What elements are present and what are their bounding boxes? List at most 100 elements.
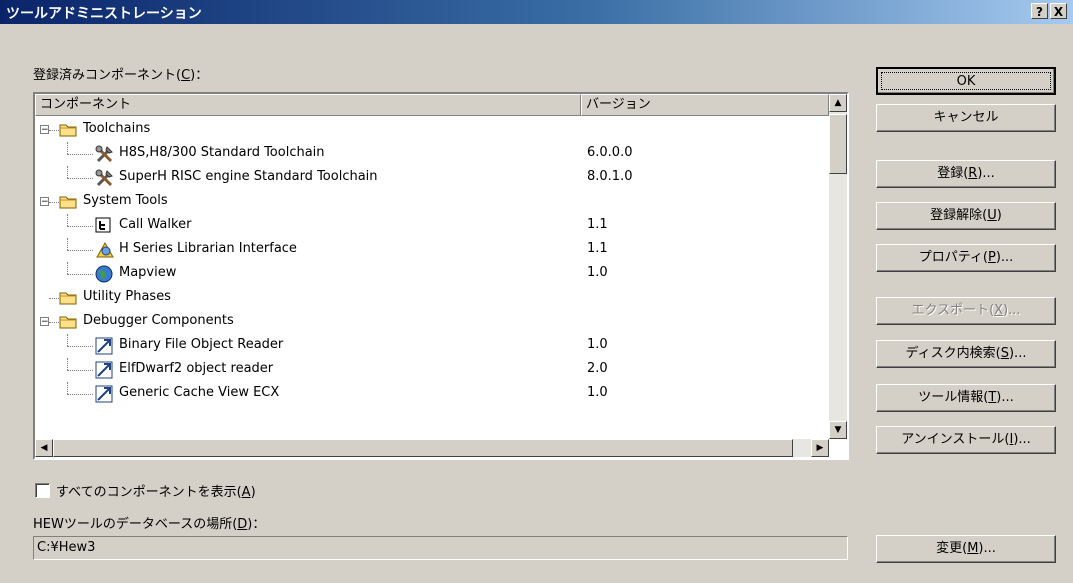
search-disk-button[interactable]: ディスク内検索(S)... <box>876 340 1056 368</box>
tree-connector <box>67 154 93 155</box>
tree-row[interactable]: H Series Librarian Interface 1.1 <box>35 238 835 262</box>
tree-row[interactable]: Utility Phases <box>35 286 835 310</box>
access-key: S <box>1000 346 1009 361</box>
window-title: ツールアドミニストレーション <box>6 6 202 22</box>
btn-text: 登録( <box>937 166 969 181</box>
scroll-right-arrow-icon[interactable]: ▶ <box>811 439 829 457</box>
tree-connector <box>67 382 68 394</box>
scroll-left-arrow-icon[interactable]: ◀ <box>35 439 53 457</box>
tree-connector <box>49 130 59 131</box>
access-key: D <box>237 517 248 532</box>
tree-item-version: 1.0 <box>587 265 608 280</box>
btn-text: ツール情報( <box>918 390 989 405</box>
tree-item-label: Toolchains <box>83 121 151 136</box>
btn-text: アンインストール( <box>901 432 1010 447</box>
vertical-scroll-thumb[interactable] <box>829 114 847 174</box>
tree-row[interactable]: − Toolchains <box>35 118 835 142</box>
tree-row[interactable]: − System Tools <box>35 190 835 214</box>
tree-item-label: System Tools <box>83 193 168 208</box>
access-key: A <box>241 485 251 500</box>
access-key: U <box>987 208 997 223</box>
tree-connector <box>67 370 93 371</box>
tree-item-version: 1.1 <box>587 217 608 232</box>
access-key: X <box>994 303 1004 318</box>
register-button[interactable]: 登録(R)... <box>876 160 1056 188</box>
properties-button[interactable]: プロパティ(P)... <box>876 244 1056 272</box>
tree-connector <box>67 226 93 227</box>
tree-item-version: 1.1 <box>587 241 608 256</box>
tree-row[interactable]: ElfDwarf2 object reader 2.0 <box>35 358 835 382</box>
column-header-component[interactable]: コンポーネント <box>35 94 581 116</box>
access-key: P <box>987 250 996 265</box>
tree-connector <box>67 142 68 154</box>
tree-connector <box>67 358 68 370</box>
btn-text: ) <box>996 208 1002 223</box>
horizontal-scroll-thumb[interactable] <box>53 439 793 457</box>
tree-connector <box>67 178 93 179</box>
horizontal-scrollbar[interactable]: ◀ ▶ <box>35 439 829 457</box>
tree-item-label: SuperH RISC engine Standard Toolchain <box>119 169 378 184</box>
btn-text: )... <box>1003 303 1021 318</box>
collapse-toggle-icon[interactable]: − <box>40 197 49 207</box>
tree-item-label: Debugger Components <box>83 313 234 328</box>
tree-connector <box>67 394 93 395</box>
btn-text: )... <box>995 250 1014 265</box>
close-button[interactable]: X <box>1050 3 1067 19</box>
label-text: HEWツールのデータベースの場所( <box>33 517 238 532</box>
label-text: )： <box>247 517 266 532</box>
collapse-toggle-icon[interactable]: − <box>40 125 49 135</box>
tree-row[interactable]: Call Walker 1.1 <box>35 214 835 238</box>
btn-text: )... <box>1008 346 1027 361</box>
tree-row[interactable]: SuperH RISC engine Standard Toolchain 8.0… <box>35 166 835 190</box>
tree-connector <box>67 262 68 274</box>
tree-item-label: ElfDwarf2 object reader <box>119 361 274 376</box>
vertical-scrollbar[interactable]: ▲ ▼ <box>829 94 847 439</box>
ok-label: OK <box>881 72 1051 90</box>
cancel-button[interactable]: キャンセル <box>876 104 1056 132</box>
ok-button[interactable]: OK <box>876 67 1056 95</box>
folder-icon <box>59 313 77 333</box>
help-button[interactable]: ? <box>1031 3 1048 19</box>
show-all-label[interactable]: すべてのコンポーネントを表示(A) <box>56 481 256 500</box>
tree-row[interactable]: Binary File Object Reader 1.0 <box>35 334 835 358</box>
show-all-checkbox[interactable] <box>35 483 50 498</box>
tree-connector <box>67 238 68 250</box>
export-button: エクスポート(X)... <box>876 297 1056 325</box>
tree-row[interactable]: − Debugger Components <box>35 310 835 334</box>
component-tree-list[interactable]: コンポーネント バージョン − Toolchains H8S,H8/300 Stan… <box>33 92 849 460</box>
tools-icon <box>95 169 115 191</box>
tree-connector <box>67 346 93 347</box>
unregister-button[interactable]: 登録解除(U) <box>876 202 1056 230</box>
folder-icon <box>59 289 77 309</box>
tree-connector <box>49 298 59 299</box>
tree-item-version: 6.0.0.0 <box>587 145 633 160</box>
tree-row[interactable]: Mapview 1.0 <box>35 262 835 286</box>
tree-row[interactable]: H8S,H8/300 Standard Toolchain 6.0.0.0 <box>35 142 835 166</box>
registered-components-label: 登録済みコンポーネント(C)： <box>33 64 208 83</box>
tree-connector <box>49 322 59 323</box>
collapse-toggle-icon[interactable]: − <box>40 317 49 327</box>
scroll-down-arrow-icon[interactable]: ▼ <box>829 421 847 439</box>
tool-info-button[interactable]: ツール情報(T)... <box>876 384 1056 412</box>
tree-item-label: Mapview <box>119 265 177 280</box>
tree-item-label: Call Walker <box>119 217 192 232</box>
tree-item-version: 8.0.1.0 <box>587 169 633 184</box>
access-key: C <box>181 68 191 83</box>
btn-text: )... <box>978 541 996 556</box>
btn-text: プロパティ( <box>918 250 988 265</box>
component-icon <box>95 361 113 383</box>
folder-icon <box>59 121 77 141</box>
label-text: 登録済みコンポーネント( <box>33 68 182 83</box>
uninstall-button[interactable]: アンインストール(I)... <box>876 426 1056 454</box>
tree-connector <box>67 166 68 178</box>
tree-item-version: 1.0 <box>587 385 608 400</box>
globe-icon <box>95 265 113 287</box>
tree-row[interactable]: Generic Cache View ECX 1.0 <box>35 382 835 406</box>
btn-text: )... <box>1013 432 1031 447</box>
scroll-up-arrow-icon[interactable]: ▲ <box>829 94 847 112</box>
tree-connector <box>49 202 59 203</box>
change-button[interactable]: 変更(M)... <box>876 535 1056 563</box>
component-icon <box>95 385 113 407</box>
tree-item-label: H Series Librarian Interface <box>119 241 297 256</box>
column-header-version[interactable]: バージョン <box>581 94 829 116</box>
